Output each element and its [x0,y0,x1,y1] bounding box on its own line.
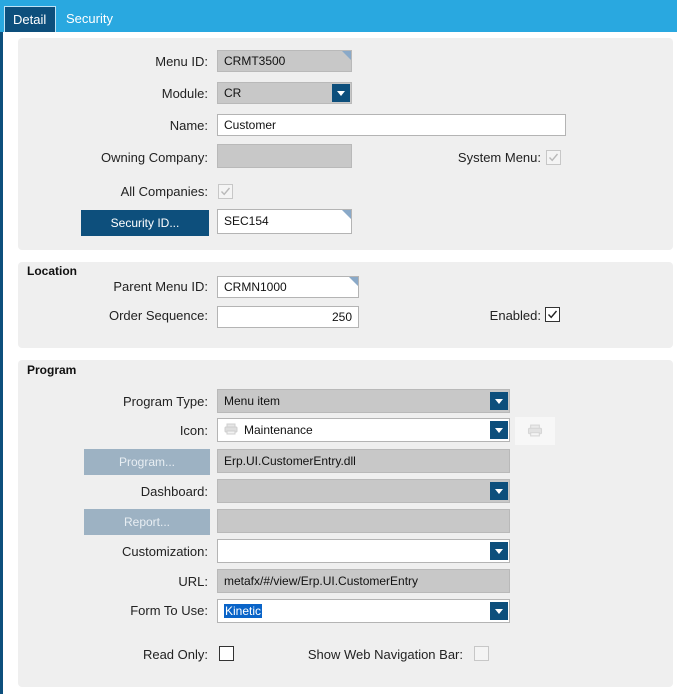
icon-dropdown[interactable]: Maintenance [217,418,510,442]
program-field[interactable]: Erp.UI.CustomerEntry.dll [217,449,510,473]
customization-label: Customization: [122,544,208,559]
general-section: Menu ID: CRMT3500 Module: CR Name: Custo… [18,38,673,250]
security-id-field[interactable]: SEC154 [217,209,352,234]
read-only-checkbox[interactable] [219,646,234,661]
menu-id-field[interactable]: CRMT3500 [217,50,352,72]
customization-dropdown[interactable] [217,539,510,563]
chevron-down-icon[interactable] [332,84,350,102]
module-label: Module: [161,86,208,101]
checkmark-icon [547,310,558,319]
security-id-button[interactable]: Security ID... [81,210,209,236]
parent-menu-id-field[interactable]: CRMN1000 [217,276,359,298]
owning-company-field[interactable] [217,144,352,168]
icon-value: Maintenance [244,423,313,437]
all-companies-checkbox[interactable] [218,184,233,199]
system-menu-label: System Menu: [457,150,541,165]
program-type-label: Program Type: [122,394,208,409]
location-title: Location [27,264,77,278]
icon-label: Icon: [179,423,208,438]
module-dropdown[interactable]: CR [217,82,352,104]
enabled-label: Enabled: [489,308,541,323]
read-only-label: Read Only: [142,647,208,662]
program-button[interactable]: Program... [84,449,210,475]
program-section: Program Program Type: Menu item Icon: Ma… [18,360,673,687]
chevron-down-icon[interactable] [490,482,508,500]
chevron-down-icon[interactable] [490,421,508,439]
form-to-use-label: Form To Use: [130,603,208,618]
location-section: Location Parent Menu ID: CRMN1000 Order … [18,262,673,348]
name-field[interactable]: Customer [217,114,566,136]
show-web-nav-checkbox[interactable] [474,646,489,661]
form-to-use-value: Kinetic [224,604,263,618]
order-sequence-field[interactable]: 250 [217,306,359,328]
chevron-down-icon[interactable] [490,542,508,560]
report-field[interactable] [217,509,510,533]
program-title: Program [27,363,77,377]
tab-security[interactable]: Security [58,6,121,32]
owning-company-label: Owning Company: [101,150,208,165]
module-value: CR [224,86,242,100]
checkmark-icon [220,187,231,196]
dashboard-dropdown[interactable] [217,479,510,503]
printer-icon [527,424,543,437]
tab-detail[interactable]: Detail [4,6,56,32]
report-button[interactable]: Report... [84,509,210,535]
enabled-checkbox[interactable] [545,307,560,322]
dashboard-label: Dashboard: [140,484,208,499]
icon-preview [515,417,555,445]
name-label: Name: [169,118,208,133]
all-companies-label: All Companies: [120,184,208,199]
program-type-value: Menu item [224,394,281,408]
parent-menu-id-label: Parent Menu ID: [113,279,208,294]
menu-id-label: Menu ID: [155,54,208,69]
order-sequence-label: Order Sequence: [108,308,208,323]
system-menu-checkbox[interactable] [546,150,561,165]
program-type-dropdown[interactable]: Menu item [217,389,510,413]
url-label: URL: [178,574,208,589]
chevron-down-icon[interactable] [490,602,508,620]
url-field[interactable]: metafx/#/view/Erp.UI.CustomerEntry [217,569,510,593]
chevron-down-icon[interactable] [490,392,508,410]
printer-icon [224,420,238,441]
show-web-nav-label: Show Web Navigation Bar: [307,647,463,662]
detail-panel: Menu ID: CRMT3500 Module: CR Name: Custo… [0,32,677,694]
checkmark-icon [548,153,559,162]
form-to-use-dropdown[interactable]: Kinetic [217,599,510,623]
tab-bar: Detail Security [0,0,677,34]
